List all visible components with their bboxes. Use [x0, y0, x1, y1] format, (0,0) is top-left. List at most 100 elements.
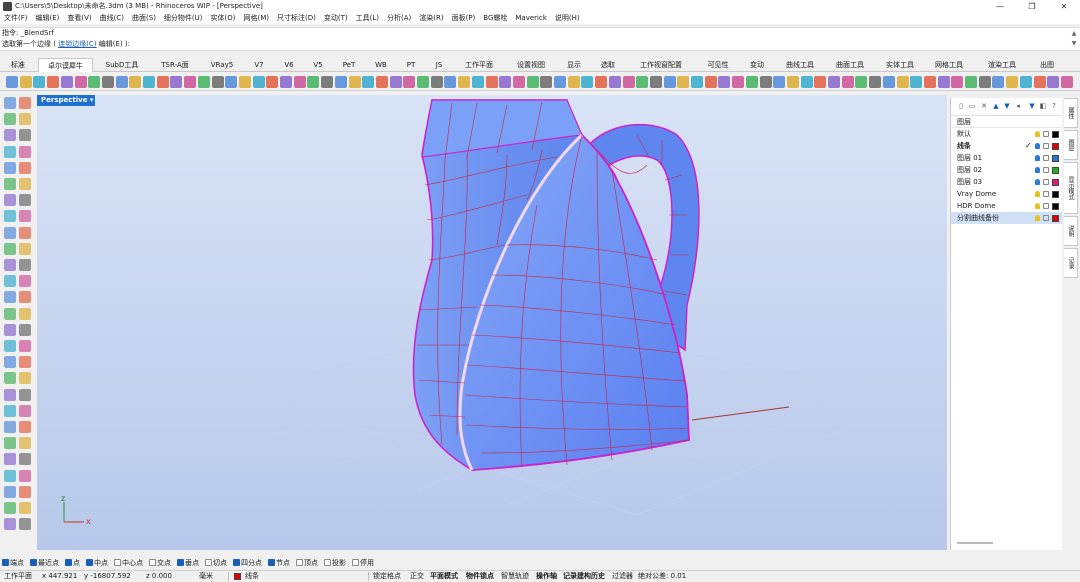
visibility-bulb-icon[interactable] [1035, 131, 1040, 137]
toolbar-tab[interactable]: 出图 [1032, 58, 1062, 72]
toolbar-tool-icon[interactable] [88, 76, 101, 88]
osnap-toggle[interactable]: 四分点 [233, 558, 262, 568]
osnap-toggle[interactable]: 中心点 [114, 558, 143, 568]
toolbar-tab[interactable]: 卓尔谟犀牛 [38, 58, 93, 72]
tools-icon[interactable]: ◧ [1039, 102, 1047, 111]
minimize-icon[interactable]: — [984, 0, 1016, 12]
menu-item[interactable]: BG螺栓 [483, 13, 507, 23]
toolbar-tool-icon[interactable] [732, 76, 745, 88]
toolbar-tool-icon[interactable] [33, 76, 46, 88]
status-toggle[interactable]: 物件锁点 [466, 571, 494, 582]
toolbar-tab[interactable]: 曲面工具 [827, 58, 873, 72]
left-tool-icon[interactable] [4, 356, 16, 369]
layer-color-swatch[interactable] [1052, 131, 1059, 138]
toolbar-tool-icon[interactable] [430, 76, 443, 88]
toolbar-tool-icon[interactable] [238, 76, 251, 88]
visibility-bulb-icon[interactable] [1035, 203, 1040, 209]
left-tool-icon[interactable] [4, 194, 16, 207]
toolbar-tool-icon[interactable] [375, 76, 388, 88]
toolbar-tool-icon[interactable] [1033, 76, 1046, 88]
left-tool-icon[interactable] [4, 437, 16, 450]
left-tool-icon[interactable] [4, 340, 16, 352]
toolbar-tab[interactable]: 可见性 [700, 58, 736, 72]
lock-icon[interactable] [1043, 131, 1049, 137]
toolbar-tab[interactable]: 变动 [741, 58, 773, 72]
lock-icon[interactable] [1043, 155, 1049, 161]
menu-item[interactable]: 说明(H) [555, 13, 580, 23]
toolbar-tool-icon[interactable] [60, 76, 73, 88]
layer-row[interactable]: 图层 02 [951, 164, 1062, 176]
left-tool-icon[interactable] [4, 161, 16, 174]
toolbar-tool-icon[interactable] [348, 76, 361, 88]
toolbar-tool-icon[interactable] [321, 76, 334, 88]
osnap-checkbox[interactable] [352, 559, 359, 566]
toolbar-tool-icon[interactable] [334, 76, 347, 88]
left-tool-icon[interactable] [4, 113, 16, 126]
menu-item[interactable]: 网格(M) [244, 13, 270, 23]
toolbar-tool-icon[interactable] [978, 76, 991, 88]
layer-row[interactable]: 默认 [951, 128, 1062, 140]
move-down-icon[interactable]: ▼ [1003, 102, 1011, 111]
status-toggle[interactable]: 操作轴 [536, 571, 557, 582]
toolbar-tool-icon[interactable] [718, 76, 731, 88]
toolbar-tool-icon[interactable] [965, 76, 977, 88]
toolbar-tool-icon[interactable] [622, 76, 635, 88]
left-tool-icon[interactable] [4, 502, 16, 514]
left-tool-icon[interactable] [4, 226, 16, 239]
toolbar-tool-icon[interactable] [6, 76, 18, 88]
left-tool-icon[interactable] [4, 404, 16, 417]
toolbar-tool-icon[interactable] [170, 76, 183, 88]
osnap-toggle[interactable]: 投影 [324, 558, 346, 568]
left-tool-icon[interactable] [19, 259, 31, 271]
filter-icon[interactable]: ▼ [1028, 102, 1036, 111]
toolbar-tool-icon[interactable] [280, 76, 292, 88]
left-tool-icon[interactable] [19, 356, 31, 369]
toolbar-tool-icon[interactable] [389, 76, 402, 88]
layer-row[interactable]: 分割曲线备份 [951, 212, 1062, 224]
toolbar-tool-icon[interactable] [197, 76, 210, 88]
left-tool-icon[interactable] [19, 291, 31, 304]
osnap-toggle[interactable]: 端点 [2, 558, 24, 568]
left-tool-icon[interactable] [4, 97, 16, 109]
layer-color-swatch[interactable] [1052, 167, 1059, 174]
toolbar-tool-icon[interactable] [923, 76, 936, 88]
left-tool-icon[interactable] [4, 129, 16, 142]
left-tool-icon[interactable] [19, 129, 31, 142]
toolbar-tool-icon[interactable] [663, 76, 676, 88]
left-tool-icon[interactable] [4, 372, 16, 385]
toolbar-tool-icon[interactable] [403, 76, 416, 88]
left-tool-icon[interactable] [19, 161, 31, 174]
osnap-checkbox[interactable] [149, 559, 156, 566]
left-tool-icon[interactable] [19, 113, 31, 126]
command-scroll[interactable]: ▲ ▼ [1070, 29, 1078, 50]
osnap-checkbox[interactable] [114, 559, 121, 566]
side-tab[interactable]: 属性 [1064, 98, 1078, 128]
lock-icon[interactable] [1043, 191, 1049, 197]
toolbar-tab[interactable]: 渲染工具 [977, 58, 1027, 72]
osnap-toggle[interactable]: 最近点 [30, 558, 59, 568]
left-tool-icon[interactable] [19, 404, 31, 417]
new-sublayer-icon[interactable]: ▭ [968, 102, 976, 111]
toolbar-tool-icon[interactable] [101, 76, 114, 88]
layer-row[interactable]: 图层 01 [951, 152, 1062, 164]
left-tool-icon[interactable] [4, 259, 16, 271]
toolbar-tool-icon[interactable] [47, 76, 60, 88]
toolbar-tab[interactable]: WB [368, 58, 394, 72]
left-tool-icon[interactable] [4, 485, 16, 498]
left-tool-icon[interactable] [4, 388, 16, 401]
menu-item[interactable]: 细分物件(U) [164, 13, 203, 23]
status-toggle[interactable]: 平面模式 [430, 571, 458, 582]
viewport-canvas[interactable]: z x [37, 95, 947, 550]
visibility-bulb-icon[interactable] [1035, 155, 1040, 161]
left-tool-icon[interactable] [19, 469, 31, 482]
status-toggle[interactable]: 过滤器 [612, 571, 633, 582]
menu-item[interactable]: 工具(L) [356, 13, 379, 23]
toolbar-tab[interactable]: 设置视图 [507, 58, 555, 72]
toolbar-tool-icon[interactable] [485, 76, 498, 88]
toolbar-tool-icon[interactable] [362, 76, 375, 88]
left-tool-icon[interactable] [4, 291, 16, 304]
toolbar-tab[interactable]: 工作平面 [456, 58, 502, 72]
toolbar-tab[interactable]: PeT [336, 58, 362, 72]
close-icon[interactable]: ✕ [1048, 0, 1080, 12]
help-icon[interactable]: ? [1050, 102, 1058, 111]
